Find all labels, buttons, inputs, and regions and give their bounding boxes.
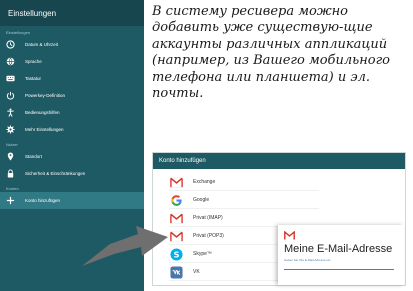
email-address-card: Meine E-Mail-Adresse Geben Sie Ihre E-Ma… (278, 225, 404, 285)
gmail-icon (169, 229, 183, 243)
account-label: VK (193, 269, 200, 275)
account-label: Privat (POP3) (193, 233, 224, 239)
settings-item-add-account[interactable]: Konto hinzufügen (0, 192, 144, 209)
settings-item-label: Sicherheit & Einschränkungen (25, 171, 86, 176)
dialog-title: Konto hinzufügen (153, 153, 405, 169)
settings-item-label: Standort (25, 154, 43, 159)
settings-item-label: Konto hinzufügen (25, 198, 61, 203)
skype-icon: S (169, 247, 183, 261)
account-label: Google (193, 197, 210, 203)
settings-item-label: Powerkey-Definition (25, 93, 66, 98)
power-icon (5, 91, 15, 101)
plus-icon (5, 196, 15, 206)
globe-icon (5, 57, 15, 67)
settings-item-keyboard[interactable]: Tastatur (0, 70, 144, 87)
settings-item-language[interactable]: Sprache (0, 53, 144, 70)
email-input-underline[interactable] (284, 269, 394, 270)
section-label-konten: Konten (6, 186, 19, 191)
keyboard-icon (5, 74, 15, 84)
account-label: Privat (IMAP) (193, 215, 223, 221)
section-label-einstellungen: Einstellungen (6, 30, 31, 35)
lock-icon (5, 169, 15, 179)
settings-item-label: Bedienungshilfen (25, 110, 60, 115)
vk-icon (169, 265, 183, 279)
description-text: В систему ресивера можно добавить уже су… (152, 4, 390, 102)
settings-item-accessibility[interactable]: Bedienungshilfen (0, 104, 144, 121)
gmail-icon (169, 211, 183, 225)
settings-item-label: Datum & Uhrzeit (25, 42, 59, 47)
settings-item-date-time[interactable]: Datum & Uhrzeit (0, 36, 144, 53)
account-label: Exchange (193, 179, 216, 185)
google-icon (169, 193, 183, 207)
settings-item-more-settings[interactable]: Mehr Einstellungen (0, 121, 144, 138)
gear-icon (5, 125, 15, 135)
settings-title: Einstellungen (0, 0, 144, 26)
email-card-title: Meine E-Mail-Adresse (284, 243, 393, 255)
account-option-google[interactable]: Google (169, 192, 319, 209)
clock-icon (5, 40, 15, 50)
pointer-arrow (82, 226, 168, 266)
svg-text:S: S (173, 249, 179, 259)
section-label-nutzer: Nutzer (6, 142, 18, 147)
account-label: Skype™ (193, 251, 212, 257)
settings-item-label: Sprache (25, 59, 42, 64)
gmail-icon (284, 231, 295, 240)
settings-item-location[interactable]: Standort (0, 148, 144, 165)
location-icon (5, 152, 15, 162)
settings-item-label: Mehr Einstellungen (25, 127, 64, 132)
email-card-subtitle: Geben Sie Ihre E-Mail-Adresse ein. (284, 258, 332, 262)
accessibility-icon (5, 108, 15, 118)
settings-item-label: Tastatur (25, 76, 42, 81)
settings-item-powerkey[interactable]: Powerkey-Definition (0, 87, 144, 104)
settings-item-security[interactable]: Sicherheit & Einschränkungen (0, 165, 144, 182)
account-option-exchange[interactable]: Exchange (169, 174, 319, 191)
gmail-icon (169, 175, 183, 189)
